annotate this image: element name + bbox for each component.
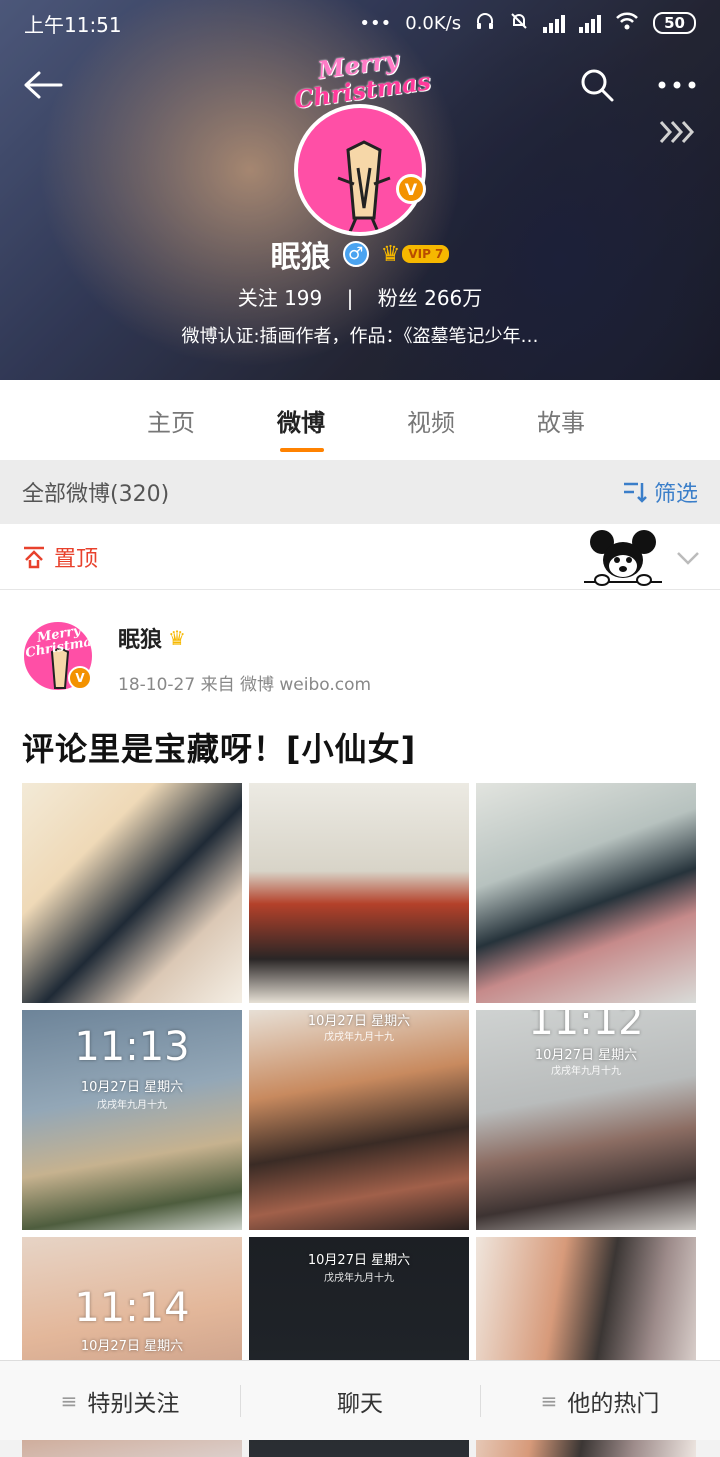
following-stat[interactable]: 关注 199	[238, 286, 323, 310]
image-clock: 11:14	[74, 1285, 190, 1331]
post-image-2[interactable]	[249, 783, 469, 1003]
chevron-down-icon[interactable]	[674, 544, 702, 572]
post-author-name[interactable]: 眠狼 ♛	[118, 622, 186, 654]
image-date: 10月27日 星期六	[307, 1014, 411, 1029]
status-time: 上午11:51	[24, 12, 122, 37]
battery-indicator: 50	[653, 12, 696, 34]
post-meta: 18-10-27 来自 微博 weibo.com	[118, 675, 372, 695]
pinned-label: 置顶	[22, 541, 98, 573]
fans-stat[interactable]: 粉丝 266万	[378, 286, 483, 310]
filter-button[interactable]: 筛选	[622, 476, 698, 508]
filter-bar: 全部微博(320) 筛选	[0, 460, 720, 524]
image-lunar: 戊戌年九月十九	[551, 1066, 621, 1077]
image-lunar: 戊戌年九月十九	[324, 1032, 394, 1043]
crown-icon: ♛	[168, 626, 186, 650]
image-clock: 11:13	[74, 1024, 190, 1070]
image-lunar: 戊戌年九月十九	[97, 1100, 167, 1111]
image-date: 10月27日 星期六	[307, 1253, 411, 1268]
triple-chevron-right-icon	[659, 120, 695, 144]
vip-level: VIP 7	[402, 245, 450, 263]
image-date: 10月27日 星期六	[80, 1080, 184, 1095]
verified-badge-icon: V	[68, 666, 92, 690]
profile-avatar[interactable]: Merry Christmas V	[292, 45, 432, 236]
post-image-4[interactable]: 11:13 10月27日 星期六 戊戌年九月十九	[22, 1010, 242, 1230]
menu-icon: ≡	[60, 1389, 78, 1413]
image-lunar: 戊戌年九月十九	[324, 1273, 394, 1284]
chat-button[interactable]: 聊天	[240, 1361, 480, 1441]
verified-badge-icon: V	[396, 174, 426, 204]
filter-label: 筛选	[653, 482, 698, 507]
weibo-post[interactable]: Merry Christmas V 眠狼 ♛ 18-10-27 来自 微博 wei…	[0, 590, 720, 1457]
network-speed: 0.0K/s	[405, 12, 462, 34]
more-options-button[interactable]	[652, 62, 702, 108]
vip-badge[interactable]: ♛ VIP 7	[381, 242, 450, 267]
tab-home[interactable]: 主页	[106, 380, 236, 460]
profile-name: 眠狼	[270, 240, 331, 275]
avatar-character-illustration	[337, 140, 391, 232]
all-posts-count: 全部微博(320)	[22, 482, 170, 507]
mickey-sticker-icon	[584, 530, 662, 586]
more-dots-icon	[658, 81, 696, 89]
filter-icon	[623, 482, 647, 503]
signal-icon-2	[579, 13, 602, 33]
profile-tabs: 主页 微博 视频 故事	[0, 380, 720, 460]
pin-top-icon	[24, 546, 44, 568]
post-image-grid: 11:13 10月27日 星期六 戊戌年九月十九 10月27日 星期六 戊戌年九…	[22, 783, 698, 1457]
post-text: 评论里是宝藏呀！[小仙女]	[22, 730, 417, 768]
back-arrow-icon	[24, 71, 63, 99]
pinned-row[interactable]: 置顶	[0, 524, 720, 590]
image-clock: 11:12	[528, 1010, 644, 1044]
post-image-1[interactable]	[22, 783, 242, 1003]
more-dots-icon: •••	[359, 12, 392, 34]
tab-weibo[interactable]: 微博	[236, 380, 366, 460]
menu-icon: ≡	[540, 1389, 558, 1413]
headphones-icon	[475, 11, 495, 36]
search-icon	[581, 69, 614, 102]
avatar-christmas-text: Merry Christmas	[292, 44, 433, 115]
wifi-icon	[615, 11, 639, 36]
tab-story[interactable]: 故事	[496, 380, 626, 460]
post-image-6[interactable]: 11:12 10月27日 星期六 戊戌年九月十九	[476, 1010, 696, 1230]
profile-name-row: 眠狼 ♂ ♛ VIP 7	[0, 232, 720, 276]
mute-bell-icon	[509, 11, 529, 36]
post-image-5[interactable]: 10月27日 星期六 戊戌年九月十九	[249, 1010, 469, 1230]
hot-posts-button[interactable]: ≡ 他的热门	[480, 1361, 720, 1441]
image-date: 10月27日 星期六	[534, 1048, 638, 1063]
profile-header: 上午11:51 ••• 0.0K/s 50 Merry Christmas V …	[0, 0, 720, 380]
male-gender-icon: ♂	[342, 241, 369, 267]
status-bar: 上午11:51 ••• 0.0K/s 50	[0, 0, 720, 46]
status-icons: ••• 0.0K/s 50	[359, 11, 696, 36]
tab-video[interactable]: 视频	[366, 380, 496, 460]
profile-stats: 关注 199 | 粉丝 266万	[0, 282, 720, 311]
post-image-3[interactable]	[476, 783, 696, 1003]
avatar-image	[294, 104, 426, 236]
crown-icon: ♛	[380, 241, 401, 267]
stats-divider: |	[346, 286, 354, 310]
image-date: 10月27日 星期六	[80, 1339, 184, 1354]
profile-detail-button[interactable]	[656, 112, 700, 152]
search-button[interactable]	[574, 62, 620, 108]
back-button[interactable]	[20, 62, 66, 108]
bottom-action-bar: ≡ 特别关注 聊天 ≡ 他的热门	[0, 1360, 720, 1440]
profile-description[interactable]: 微博认证:插画作者，作品：《盗墓笔记少年…	[0, 322, 720, 348]
signal-icon	[543, 13, 566, 33]
special-follow-button[interactable]: ≡ 特别关注	[0, 1361, 240, 1441]
